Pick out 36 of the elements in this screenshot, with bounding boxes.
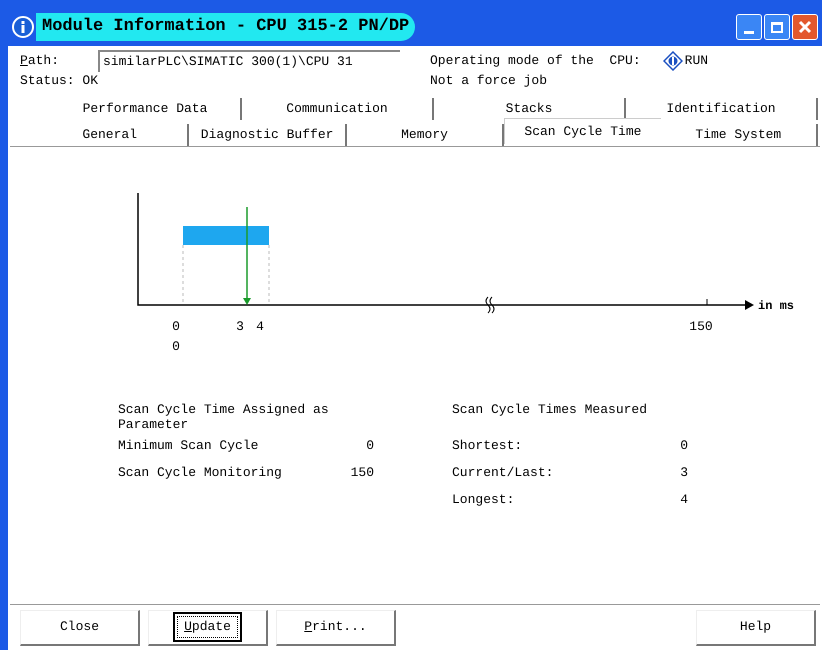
maximize-button[interactable] bbox=[764, 14, 790, 40]
axis-tick-label: 4 bbox=[255, 318, 265, 336]
field-value: 0 bbox=[679, 436, 688, 455]
axis-tick-label: 3 bbox=[235, 318, 245, 336]
mode-label: Operating mode of the CPU: bbox=[430, 52, 641, 70]
dialog-button[interactable]: Print... bbox=[276, 610, 396, 646]
field-label: Longest: bbox=[452, 490, 516, 509]
close-button[interactable] bbox=[792, 14, 818, 40]
minimize-button[interactable] bbox=[736, 14, 762, 40]
axis-unit-label: in ms bbox=[758, 298, 794, 315]
field-value: 150 bbox=[350, 464, 374, 482]
window-title: Module Information - CPU 315-2 PN/DP bbox=[36, 13, 416, 41]
info-icon bbox=[12, 16, 34, 38]
field-value: 3 bbox=[679, 464, 688, 482]
section-title: Scan Cycle Time Assigned as Parameter bbox=[118, 402, 330, 432]
field-value: 4 bbox=[679, 490, 688, 509]
dialog-button[interactable]: Update bbox=[148, 610, 268, 646]
path-field[interactable]: similarPLC\SIMATIC 300(1)\CPU 31 bbox=[98, 50, 400, 72]
dialog-button[interactable]: Close bbox=[20, 610, 140, 646]
close-icon bbox=[798, 20, 812, 34]
axis-tick-label: 0 bbox=[171, 338, 181, 356]
axis-tick-label: 150 bbox=[688, 318, 714, 336]
axis-tick-label: 0 bbox=[171, 318, 181, 336]
run-status: RUN bbox=[684, 52, 708, 70]
force-status: Not a force job bbox=[430, 72, 548, 90]
status-text: Status: OK bbox=[20, 72, 100, 90]
run-status-icon bbox=[662, 50, 683, 70]
field-label: Scan Cycle Monitoring bbox=[118, 464, 283, 482]
path-label: Path: bbox=[20, 52, 60, 70]
section-title: Scan Cycle Times Measured bbox=[452, 402, 648, 419]
field-label: Minimum Scan Cycle bbox=[118, 436, 260, 455]
field-label: Current/Last: bbox=[452, 464, 554, 482]
tab[interactable]: Scan Cycle Time bbox=[504, 118, 661, 144]
field-value: 0 bbox=[365, 436, 374, 455]
dialog-button[interactable]: Help bbox=[696, 610, 816, 646]
field-label: Shortest: bbox=[452, 436, 524, 455]
